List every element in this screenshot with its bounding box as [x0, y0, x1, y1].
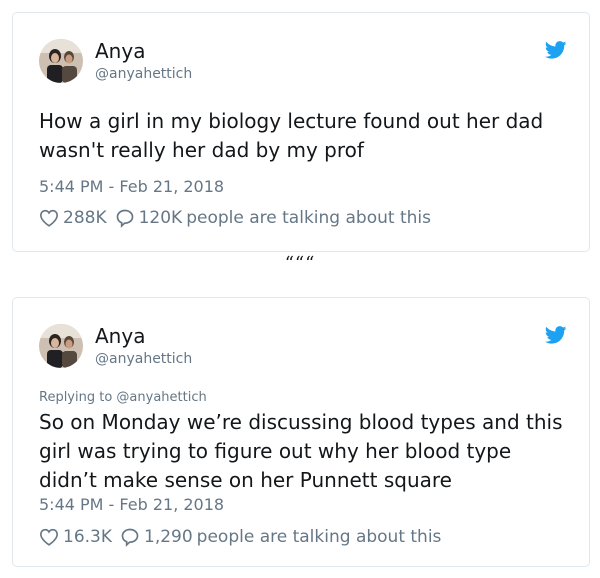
like-count[interactable]: 16.3K: [63, 526, 112, 548]
speech-bubble-icon[interactable]: [120, 527, 140, 547]
tweet-text: So on Monday we’re discussing blood type…: [39, 410, 563, 492]
talking-about-text[interactable]: people are talking about this: [186, 207, 431, 229]
author-name[interactable]: Anya: [95, 39, 145, 63]
author-handle[interactable]: @anyahettich: [95, 350, 192, 368]
quote-separator: “““: [284, 253, 316, 274]
tweet-timestamp[interactable]: 5:44 PM - Feb 21, 2018: [39, 177, 224, 197]
avatar[interactable]: [39, 324, 83, 368]
talking-about-text[interactable]: people are talking about this: [197, 526, 442, 548]
reply-count[interactable]: 120K: [139, 207, 183, 229]
heart-icon[interactable]: [39, 209, 59, 227]
tweet-stats: 288K 120K people are talking about this: [39, 207, 431, 229]
reply-count[interactable]: 1,290: [144, 526, 193, 548]
avatar[interactable]: [39, 39, 83, 83]
tweet-card-2: Anya @anyahettich Replying to @anyahetti…: [12, 297, 590, 567]
like-count[interactable]: 288K: [63, 207, 107, 229]
author-handle[interactable]: @anyahettich: [95, 65, 192, 83]
tweet-card-1: Anya @anyahettich How a girl in my biolo…: [12, 12, 590, 252]
twitter-bird-icon[interactable]: [545, 326, 567, 344]
tweet-text: How a girl in my biology lecture found o…: [39, 109, 544, 162]
tweet-stats: 16.3K 1,290 people are talking about thi…: [39, 526, 441, 548]
author-name[interactable]: Anya: [95, 324, 145, 348]
twitter-bird-icon[interactable]: [545, 41, 567, 59]
heart-icon[interactable]: [39, 528, 59, 546]
speech-bubble-icon[interactable]: [115, 208, 135, 228]
tweet-timestamp[interactable]: 5:44 PM - Feb 21, 2018: [39, 495, 224, 515]
replying-to[interactable]: Replying to @anyahettich: [39, 390, 207, 406]
